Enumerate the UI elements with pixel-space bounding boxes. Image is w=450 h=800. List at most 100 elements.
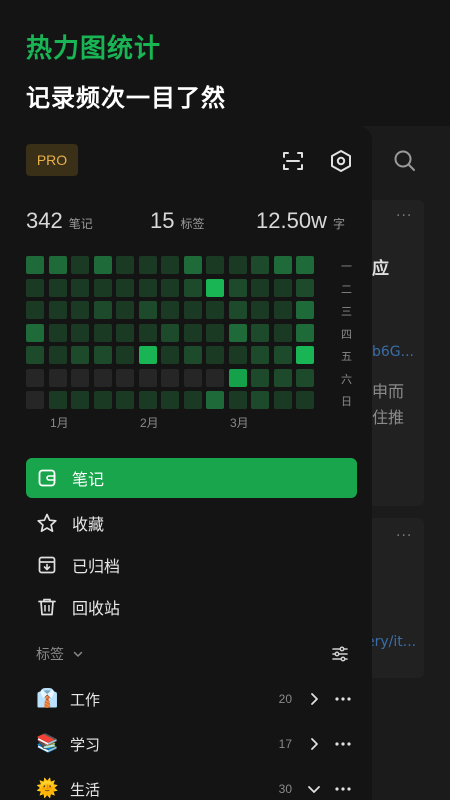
heatmap-cell[interactable]	[48, 256, 67, 274]
heatmap-cell[interactable]	[138, 346, 157, 364]
heatmap-cell[interactable]	[251, 391, 269, 409]
tags-section-toggle[interactable]: 标签	[36, 644, 84, 664]
heatmap-cell[interactable]	[228, 323, 247, 342]
heatmap-cell[interactable]	[93, 278, 112, 297]
heatmap-cell[interactable]	[161, 278, 179, 297]
heatmap-cell[interactable]	[206, 256, 224, 274]
heatmap-cell[interactable]	[26, 278, 44, 297]
more-icon[interactable]	[334, 735, 352, 753]
heatmap-cell[interactable]	[273, 256, 292, 274]
background-more-icon[interactable]: ···	[396, 208, 412, 224]
heatmap-cell[interactable]	[206, 323, 224, 342]
more-icon[interactable]	[334, 690, 352, 708]
heatmap-cell[interactable]	[296, 346, 314, 364]
heatmap-cell[interactable]	[183, 391, 202, 409]
heatmap-cell[interactable]	[273, 368, 292, 387]
heatmap-cell[interactable]	[116, 346, 134, 364]
heatmap-cell[interactable]	[206, 391, 224, 409]
heatmap-cell[interactable]	[251, 323, 269, 342]
heatmap-cell[interactable]	[296, 301, 314, 319]
background-more-icon[interactable]: ···	[396, 528, 412, 544]
heatmap-cell[interactable]	[228, 391, 247, 409]
heatmap-cell[interactable]	[71, 256, 89, 274]
heatmap-cell[interactable]	[251, 346, 269, 364]
heatmap-cell[interactable]	[26, 323, 44, 342]
heatmap-cell[interactable]	[93, 256, 112, 274]
heatmap-cell[interactable]	[296, 278, 314, 297]
heatmap-cell[interactable]	[183, 301, 202, 319]
heatmap-cell[interactable]	[138, 368, 157, 387]
heatmap-cell[interactable]	[138, 323, 157, 342]
heatmap-cell[interactable]	[26, 301, 44, 319]
heatmap-cell[interactable]	[273, 278, 292, 297]
pro-badge[interactable]: PRO	[26, 144, 78, 176]
heatmap-cell[interactable]	[161, 368, 179, 387]
heatmap-cell[interactable]	[48, 301, 67, 319]
heatmap-cell[interactable]	[228, 278, 247, 297]
heatmap-cell[interactable]	[183, 256, 202, 274]
heatmap-cell[interactable]	[273, 391, 292, 409]
scan-icon[interactable]	[280, 148, 306, 174]
heatmap-cell[interactable]	[296, 323, 314, 342]
more-icon[interactable]	[334, 780, 352, 798]
filter-sliders-icon[interactable]	[330, 644, 350, 664]
heatmap-cell[interactable]	[228, 301, 247, 319]
heatmap-cell[interactable]	[273, 346, 292, 364]
heatmap-cell[interactable]	[26, 346, 44, 364]
heatmap-cell[interactable]	[296, 368, 314, 387]
nav-item-trash[interactable]: 回收站	[26, 587, 357, 627]
heatmap-cell[interactable]	[183, 323, 202, 342]
heatmap-cell[interactable]	[93, 301, 112, 319]
tag-item-life[interactable]: 🌞 生活 30	[36, 774, 356, 800]
heatmap-cell[interactable]	[26, 391, 44, 409]
heatmap-cell[interactable]	[161, 256, 179, 274]
heatmap-cell[interactable]	[93, 323, 112, 342]
heatmap-cell[interactable]	[93, 346, 112, 364]
tag-item-study[interactable]: 📚 学习 17	[36, 729, 356, 759]
heatmap-cell[interactable]	[183, 278, 202, 297]
heatmap-cell[interactable]	[183, 368, 202, 387]
heatmap-cell[interactable]	[116, 256, 134, 274]
heatmap-cell[interactable]	[161, 346, 179, 364]
heatmap-cell[interactable]	[161, 323, 179, 342]
heatmap-cell[interactable]	[228, 368, 247, 387]
heatmap-cell[interactable]	[251, 256, 269, 274]
heatmap-cell[interactable]	[71, 323, 89, 342]
heatmap-cell[interactable]	[48, 368, 67, 387]
heatmap-cell[interactable]	[251, 301, 269, 319]
heatmap-cell[interactable]	[138, 278, 157, 297]
heatmap-cell[interactable]	[251, 278, 269, 297]
chevron-down-icon[interactable]	[306, 781, 322, 797]
heatmap-cell[interactable]	[71, 346, 89, 364]
heatmap-cell[interactable]	[228, 256, 247, 274]
heatmap-cell[interactable]	[48, 323, 67, 342]
heatmap-cell[interactable]	[273, 301, 292, 319]
heatmap-cell[interactable]	[26, 368, 44, 387]
heatmap-cell[interactable]	[296, 391, 314, 409]
heatmap-cell[interactable]	[93, 391, 112, 409]
heatmap-cell[interactable]	[183, 346, 202, 364]
nav-item-notes[interactable]: 笔记	[26, 458, 357, 498]
heatmap-cell[interactable]	[206, 346, 224, 364]
heatmap-cell[interactable]	[138, 301, 157, 319]
heatmap-cell[interactable]	[206, 278, 224, 297]
heatmap-cell[interactable]	[206, 301, 224, 319]
heatmap-cell[interactable]	[93, 368, 112, 387]
chevron-right-icon[interactable]	[306, 691, 322, 707]
heatmap-cell[interactable]	[251, 368, 269, 387]
nav-item-favorites[interactable]: 收藏	[26, 503, 357, 543]
heatmap-cell[interactable]	[116, 278, 134, 297]
heatmap-cell[interactable]	[138, 391, 157, 409]
hexagon-settings-icon[interactable]	[328, 148, 354, 174]
heatmap-cell[interactable]	[273, 323, 292, 342]
heatmap-cell[interactable]	[116, 391, 134, 409]
heatmap-cell[interactable]	[116, 323, 134, 342]
heatmap-cell[interactable]	[138, 256, 157, 274]
nav-item-archived[interactable]: 已归档	[26, 545, 357, 585]
tag-item-work[interactable]: 👔 工作 20	[36, 684, 356, 714]
heatmap-cell[interactable]	[48, 346, 67, 364]
chevron-right-icon[interactable]	[306, 736, 322, 752]
heatmap-cell[interactable]	[48, 391, 67, 409]
heatmap-cell[interactable]	[71, 278, 89, 297]
heatmap-cell[interactable]	[26, 256, 44, 274]
